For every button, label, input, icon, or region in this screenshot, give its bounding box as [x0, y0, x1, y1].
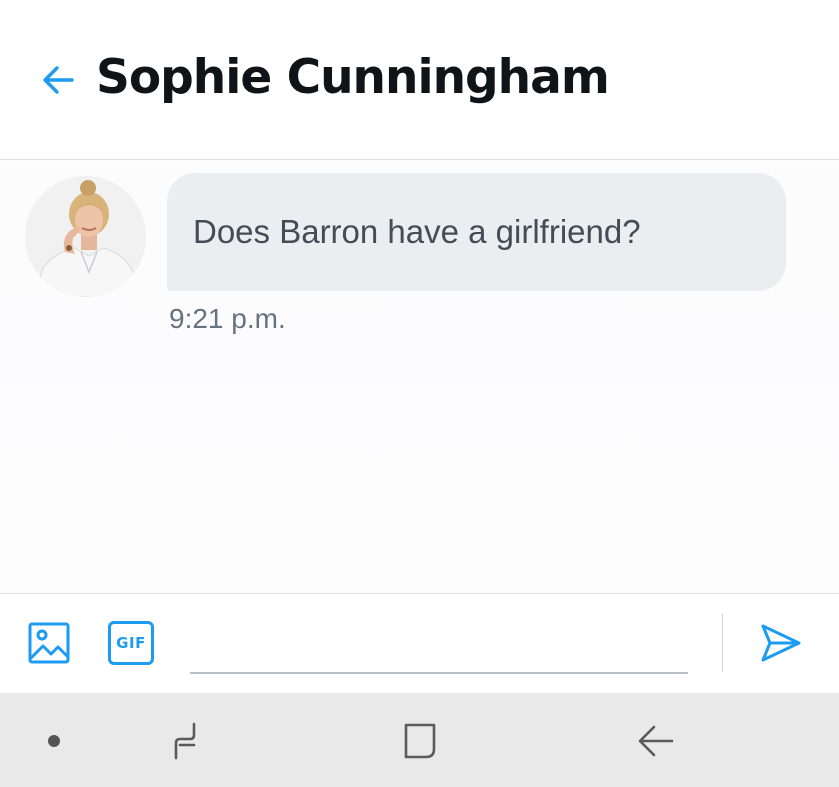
nav-dot-button[interactable] [26, 713, 82, 769]
home-icon [404, 723, 436, 759]
gif-label: GIF [116, 634, 146, 652]
message-list: Does Barron have a girlfriend? 9:21 p.m. [0, 161, 839, 593]
send-button[interactable] [756, 618, 806, 668]
message-composer: GIF [0, 593, 839, 693]
arrow-left-icon [43, 66, 74, 94]
nav-back-button[interactable] [628, 713, 684, 769]
gif-button[interactable]: GIF [108, 621, 154, 665]
recents-icon [174, 722, 196, 760]
message-bubble[interactable]: Does Barron have a girlfriend? [167, 173, 786, 291]
message-timestamp: 9:21 p.m. [169, 303, 286, 334]
dot-icon [48, 735, 60, 747]
back-button[interactable] [36, 58, 80, 102]
avatar-photo [25, 176, 146, 297]
page-title: Sophie Cunningham [96, 50, 610, 105]
message-input[interactable] [190, 616, 688, 674]
message-text: Does Barron have a girlfriend? [193, 213, 641, 250]
home-button[interactable] [392, 713, 448, 769]
system-nav-bar [0, 693, 839, 787]
send-icon [761, 624, 801, 662]
recents-button[interactable] [158, 713, 214, 769]
image-icon [28, 622, 70, 664]
composer-divider [722, 614, 723, 672]
add-photo-button[interactable] [26, 620, 72, 666]
conversation-header: Sophie Cunningham [0, 0, 839, 160]
dm-conversation-screen: Sophie Cunningham Does Barron have a gir… [0, 0, 839, 787]
back-icon [638, 725, 674, 757]
avatar[interactable] [25, 176, 146, 297]
